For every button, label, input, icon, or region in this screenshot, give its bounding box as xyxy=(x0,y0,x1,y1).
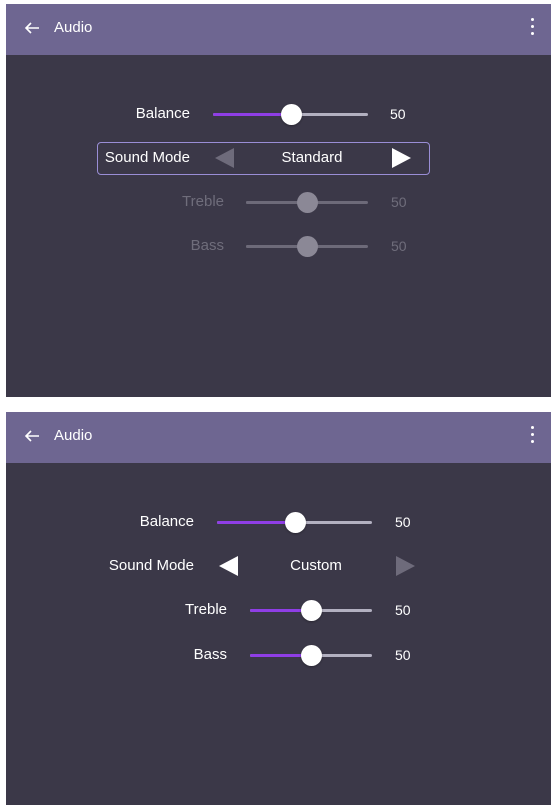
more-options-button[interactable] xyxy=(529,18,535,40)
back-button[interactable] xyxy=(24,425,44,447)
back-arrow-icon xyxy=(24,22,39,34)
back-button[interactable] xyxy=(24,17,44,39)
treble-row: Treble 50 xyxy=(6,187,551,217)
balance-label: Balance xyxy=(135,105,190,122)
balance-row: Balance 50 xyxy=(6,507,551,537)
bass-slider xyxy=(246,231,368,261)
audio-panel-custom: Audio Balance 50 Sound Mode Custom Trebl… xyxy=(6,412,551,805)
balance-slider[interactable] xyxy=(213,99,368,129)
sound-mode-value: Custom xyxy=(290,557,342,574)
balance-row: Balance 50 xyxy=(6,99,551,129)
sound-mode-next-icon[interactable] xyxy=(392,148,411,168)
sound-mode-value: Standard xyxy=(281,149,343,166)
bass-label: Bass xyxy=(190,237,224,254)
bass-value: 50 xyxy=(391,238,407,254)
bass-label: Bass xyxy=(193,646,227,663)
treble-value: 50 xyxy=(395,602,411,618)
treble-slider-knob xyxy=(297,192,318,213)
more-vert-icon xyxy=(529,426,535,443)
balance-value: 50 xyxy=(395,514,411,530)
back-arrow-icon xyxy=(24,430,39,442)
treble-slider[interactable] xyxy=(250,595,372,625)
balance-value: 50 xyxy=(390,106,406,122)
sound-mode-label: Sound Mode xyxy=(108,557,194,574)
sound-mode-label: Sound Mode xyxy=(104,149,190,166)
sound-mode-prev-icon[interactable] xyxy=(215,148,234,168)
more-options-button[interactable] xyxy=(529,426,535,448)
sound-mode-row[interactable]: Sound Mode Custom xyxy=(6,551,551,581)
treble-slider xyxy=(246,187,368,217)
bass-row: Bass 50 xyxy=(6,231,551,261)
treble-label: Treble xyxy=(182,193,224,210)
page-title: Audio xyxy=(54,19,93,36)
treble-value: 50 xyxy=(391,194,407,210)
balance-slider-knob[interactable] xyxy=(280,104,302,125)
balance-slider[interactable] xyxy=(217,507,372,537)
sound-mode-row[interactable]: Sound Mode Standard xyxy=(6,143,551,173)
audio-panel-standard: Audio Balance 50 Sound Mode Standard Tre… xyxy=(6,4,551,397)
balance-slider-knob[interactable] xyxy=(284,512,306,533)
treble-label: Treble xyxy=(185,601,227,618)
bass-slider-knob[interactable] xyxy=(301,645,322,666)
page-title: Audio xyxy=(54,427,93,444)
bass-row: Bass 50 xyxy=(6,640,551,670)
treble-row: Treble 50 xyxy=(6,595,551,625)
treble-slider-knob[interactable] xyxy=(301,600,322,621)
sound-mode-prev-icon[interactable] xyxy=(219,556,238,576)
bass-slider-knob xyxy=(297,236,318,257)
sound-mode-next-icon[interactable] xyxy=(396,556,415,576)
more-vert-icon xyxy=(529,18,535,35)
app-header: Audio xyxy=(6,4,551,55)
balance-label: Balance xyxy=(139,513,194,530)
bass-value: 50 xyxy=(395,647,411,663)
bass-slider[interactable] xyxy=(250,640,372,670)
app-header: Audio xyxy=(6,412,551,463)
